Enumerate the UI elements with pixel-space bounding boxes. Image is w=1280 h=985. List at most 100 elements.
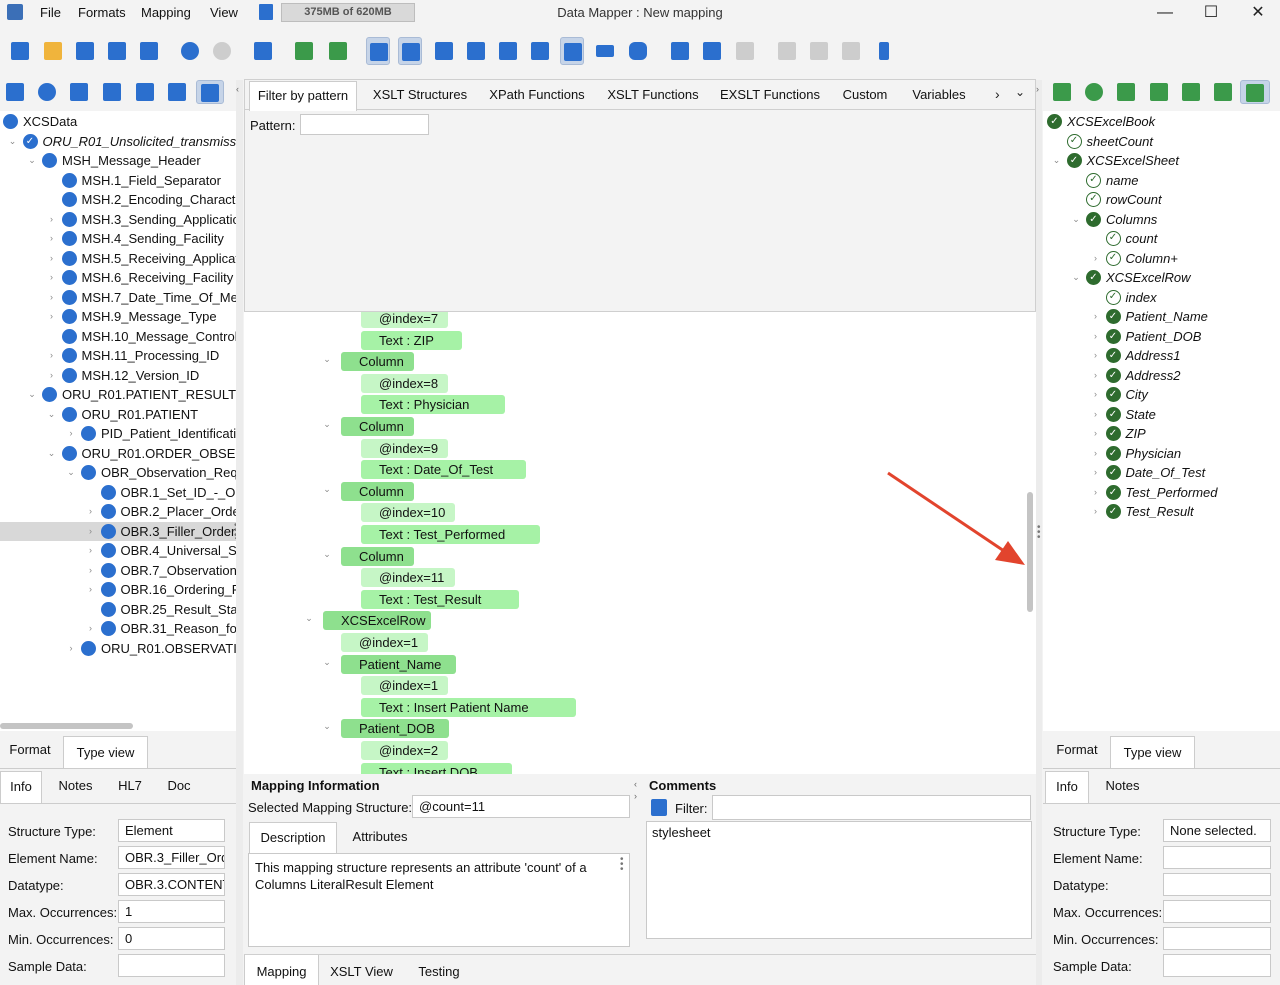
chevron-down-icon[interactable]: ⌄ xyxy=(321,657,333,668)
chevron-down-icon[interactable]: ⌄ xyxy=(46,405,58,424)
tree-item[interactable]: › ✓ Test_Performed xyxy=(1043,483,1280,502)
map-button[interactable] xyxy=(292,37,316,65)
comments-box[interactable]: stylesheet xyxy=(646,821,1032,939)
right-tree-view-button[interactable] xyxy=(1240,80,1270,104)
tree-item[interactable]: › ✓ Physician xyxy=(1043,444,1280,463)
info-field-value[interactable] xyxy=(1163,900,1271,923)
left-tree-hscrollbar[interactable] xyxy=(0,723,133,729)
right-doc-button[interactable] xyxy=(1050,80,1074,104)
mapping-node[interactable]: Column xyxy=(341,546,414,566)
save-settings-button[interactable] xyxy=(496,37,520,65)
mapping-node[interactable]: Patient_DOB xyxy=(341,719,449,739)
tree-item[interactable]: › ✓ Date_Of_Test xyxy=(1043,463,1280,482)
tabs-dropdown-icon[interactable]: ⌄ xyxy=(1015,85,1025,99)
chevron-down-icon[interactable]: ⌄ xyxy=(1051,151,1063,170)
menu-formats[interactable]: Formats xyxy=(78,5,126,20)
right-search-button[interactable] xyxy=(1082,80,1106,104)
windows-button[interactable] xyxy=(528,37,552,65)
mapping-node[interactable]: @index=2 xyxy=(361,741,448,760)
right-find-button[interactable] xyxy=(1179,80,1203,104)
mapping-node[interactable]: @index=7 xyxy=(361,312,448,328)
mapping-node[interactable]: Text : Test_Performed xyxy=(361,525,540,544)
chevron-right-icon[interactable]: › xyxy=(85,619,97,638)
tree-item[interactable]: OBR.25_Result_Status xyxy=(0,600,236,619)
function-tab[interactable]: XSLT Functions xyxy=(600,85,706,105)
maximize-button[interactable]: ☐ xyxy=(1196,2,1226,24)
chevron-down-icon[interactable]: ⌄ xyxy=(321,419,333,430)
left-calendar-button[interactable] xyxy=(67,80,91,104)
tree-item[interactable]: › ✓ ZIP xyxy=(1043,424,1280,443)
move-down-button[interactable] xyxy=(839,37,863,65)
tree-item[interactable]: › MSH.12_Version_ID xyxy=(0,366,236,385)
tree-item[interactable]: MSH.2_Encoding_Characters xyxy=(0,190,236,209)
tree-item[interactable]: ✓ count xyxy=(1043,229,1280,248)
mapping-node[interactable]: Column xyxy=(341,481,414,501)
trash-icon[interactable] xyxy=(259,4,273,20)
chevron-down-icon[interactable]: ⌄ xyxy=(321,721,333,732)
tree-item[interactable]: › MSH.5_Receiving_Application xyxy=(0,249,236,268)
chevron-right-icon[interactable]: › xyxy=(46,229,58,248)
chevron-right-icon[interactable]: › xyxy=(1090,366,1102,385)
tree-item[interactable]: › OBR.2_Placer_Order_Number xyxy=(0,502,236,521)
tree-item[interactable]: ⌄ ✓ XCSExcelSheet xyxy=(1043,151,1280,170)
chevron-down-icon[interactable]: ⌄ xyxy=(1070,268,1082,287)
chevron-right-icon[interactable]: › xyxy=(1090,385,1102,404)
tree-item[interactable]: › MSH.6_Receiving_Facility xyxy=(0,268,236,287)
left-tab-format[interactable]: Format xyxy=(0,740,60,760)
tab-attributes[interactable]: Attributes xyxy=(342,827,418,847)
left-chart-button[interactable] xyxy=(100,80,124,104)
info-field-value[interactable] xyxy=(1163,927,1271,950)
info-field-value[interactable]: 1 xyxy=(118,900,225,923)
new-mapping-button[interactable] xyxy=(8,37,32,65)
mapping-node[interactable]: @index=1 xyxy=(341,633,428,652)
chart-button[interactable] xyxy=(432,37,456,65)
left-search-button[interactable] xyxy=(35,80,59,104)
right-splitter-arrow-icon[interactable]: › xyxy=(1036,84,1039,94)
pattern-input[interactable] xyxy=(300,114,429,135)
save-button[interactable] xyxy=(73,37,97,65)
xslt-code-button[interactable] xyxy=(366,37,390,65)
info-field-value[interactable] xyxy=(1163,954,1271,977)
info-field-value[interactable] xyxy=(1163,846,1271,869)
mapping-node[interactable]: Column xyxy=(341,417,414,436)
chevron-right-icon[interactable]: › xyxy=(85,541,97,560)
right-settings-button[interactable] xyxy=(1211,80,1235,104)
move-up-button[interactable] xyxy=(807,37,831,65)
tree-item[interactable]: › MSH.11_Processing_ID xyxy=(0,346,236,365)
chevron-down-icon[interactable]: ⌄ xyxy=(1070,210,1082,229)
right-tab-type-view[interactable]: Type view xyxy=(1110,736,1195,768)
tree-item[interactable]: ⌄ ✓ ORU_R01_Unsolicited_transmission xyxy=(0,132,236,151)
tree-item[interactable]: › OBR.4_Universal_Service xyxy=(0,541,236,560)
info-field-value[interactable] xyxy=(1163,873,1271,896)
left-tab-doc[interactable]: Doc xyxy=(158,776,200,796)
copy-button[interactable] xyxy=(700,37,724,65)
info-button[interactable] xyxy=(398,37,422,65)
mapping-node[interactable]: Patient_Name xyxy=(341,654,456,674)
tree-item[interactable]: › OBR.31_Reason_for_Study xyxy=(0,619,236,638)
mapping-node[interactable]: Text : Date_Of_Test xyxy=(361,460,526,480)
menu-mapping[interactable]: Mapping xyxy=(141,5,191,20)
paste-button[interactable] xyxy=(733,37,757,65)
chevron-down-icon[interactable]: ⌄ xyxy=(26,385,38,404)
function-tab[interactable]: XSLT Structures xyxy=(365,85,475,105)
chevron-right-icon[interactable]: › xyxy=(85,561,97,580)
tree-item[interactable]: ⌄ ✓ XCSExcelRow xyxy=(1043,268,1280,287)
chevron-right-icon[interactable]: › xyxy=(1090,405,1102,424)
redo-button[interactable] xyxy=(210,37,234,65)
tree-item[interactable]: › OBR.3_Filler_Order_Number xyxy=(0,521,236,541)
left-tree-view-button[interactable] xyxy=(196,80,224,104)
left-tab-type-view[interactable]: Type view xyxy=(63,736,148,768)
chevron-down-icon[interactable]: ⌄ xyxy=(303,613,315,624)
chevron-right-icon[interactable]: › xyxy=(46,346,58,365)
chevron-down-icon[interactable]: ⌄ xyxy=(321,354,333,365)
tree-item[interactable]: › MSH.4_Sending_Facility xyxy=(0,229,236,248)
tree-item[interactable]: › OBR.7_Observation_Date xyxy=(0,561,236,580)
bottom-tab-xslt-view[interactable]: XSLT View xyxy=(324,962,399,982)
tree-item[interactable]: OBR.1_Set_ID_-_OBR xyxy=(0,483,236,502)
tree-item[interactable]: › MSH.7_Date_Time_Of_Message xyxy=(0,288,236,307)
device-button[interactable] xyxy=(872,37,896,65)
tree-item[interactable]: ⌄ ORU_R01.PATIENT_RESULT+ xyxy=(0,385,236,404)
tree-item[interactable]: › ✓ State xyxy=(1043,405,1280,424)
tree-item[interactable]: ✓ name xyxy=(1043,171,1280,190)
chevron-right-icon[interactable]: › xyxy=(46,288,58,307)
